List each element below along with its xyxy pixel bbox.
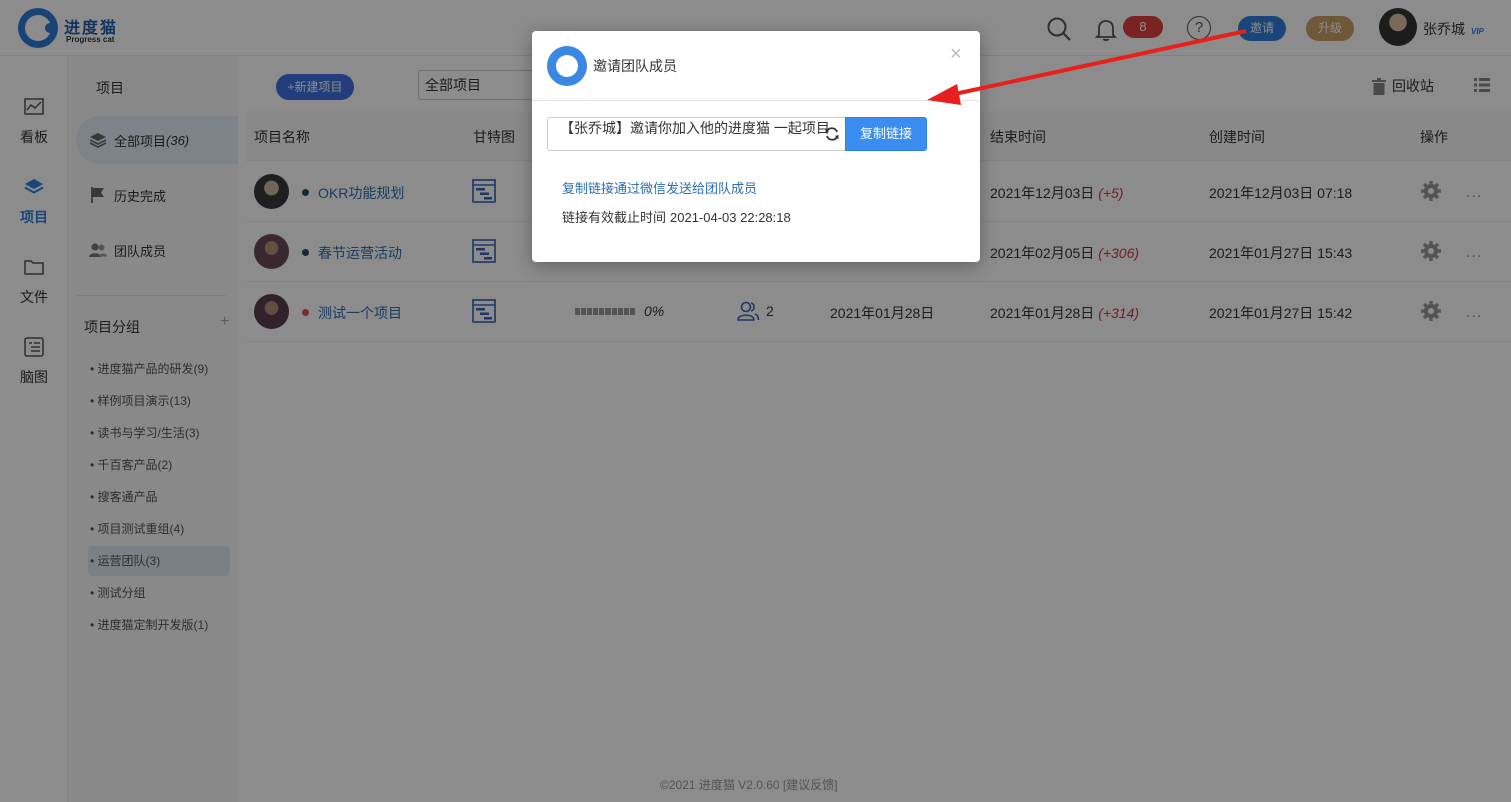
- expiry-time: 2021-04-03 22:28:18: [670, 210, 791, 225]
- expiry-label: 链接有效截止时间: [562, 210, 667, 225]
- dialog-title: 邀请团队成员: [593, 58, 677, 74]
- refresh-icon[interactable]: [824, 126, 840, 142]
- dialog-header: 邀请团队成员 ×: [532, 31, 980, 101]
- wechat-share-hint-link[interactable]: 复制链接通过微信发送给团队成员: [562, 178, 757, 197]
- invite-link-field[interactable]: 【张乔城】邀请你加入他的进度猫 一起项目: [547, 117, 845, 151]
- copy-link-button[interactable]: 复制链接: [845, 117, 927, 151]
- close-icon[interactable]: ×: [950, 43, 962, 66]
- invite-member-dialog: 邀请团队成员 × 【张乔城】邀请你加入他的进度猫 一起项目 复制链接 复制链接通…: [532, 31, 980, 262]
- link-expiry-text: 链接有效截止时间 2021-04-03 22:28:18: [562, 207, 791, 226]
- brand-logo-icon: [547, 46, 587, 86]
